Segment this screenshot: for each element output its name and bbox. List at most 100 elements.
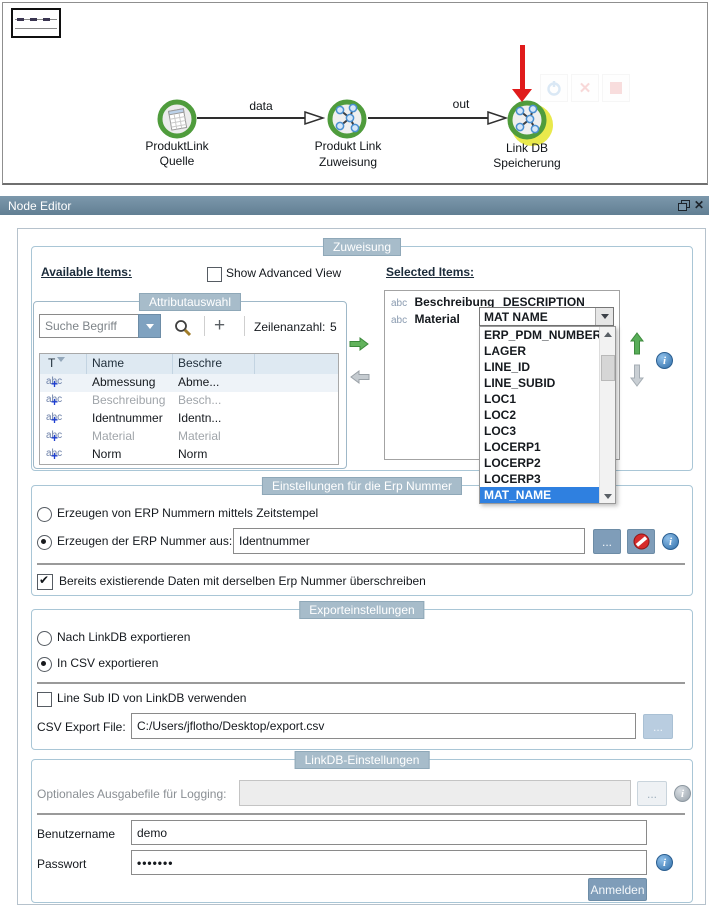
divider <box>37 563 685 565</box>
node-label: Quelle <box>159 154 195 168</box>
scroll-down-icon[interactable] <box>600 489 615 503</box>
dropdown-option[interactable]: ERP_PDM_NUMBER <box>480 327 601 343</box>
dropdown-option[interactable]: LINE_ID <box>480 359 600 375</box>
divider <box>37 813 685 815</box>
table-header[interactable]: T Name Beschre <box>40 354 338 375</box>
combobox-arrow-icon[interactable] <box>595 308 613 325</box>
logging-file-input <box>239 780 631 806</box>
search-input[interactable]: Suche Begriff <box>39 314 139 338</box>
login-button[interactable]: Anmelden <box>588 878 647 901</box>
divider <box>244 316 245 336</box>
browse-button[interactable]: ... <box>593 529 621 554</box>
table-row[interactable]: abc + Identnummer Identn... <box>40 410 338 428</box>
dropdown-option[interactable]: LOCERP1 <box>480 439 600 455</box>
float-window-icon[interactable] <box>678 200 690 211</box>
show-advanced-checkbox[interactable] <box>207 267 222 282</box>
password-input[interactable] <box>131 850 647 875</box>
radio-label: Erzeugen von ERP Nummern mittels Zeitste… <box>57 506 319 520</box>
group-title: LinkDB-Einstellungen <box>294 751 430 769</box>
radio-export-csv[interactable] <box>37 657 52 672</box>
dropdown-option-selected[interactable]: MAT_NAME <box>480 487 600 503</box>
overwrite-checkbox-checked[interactable]: ✔ <box>37 573 53 590</box>
column-header-description[interactable]: Beschre <box>178 356 222 370</box>
group-title: Attributauswahl <box>138 293 242 311</box>
radio-export-linkdb[interactable] <box>37 631 52 646</box>
info-icon[interactable]: i <box>656 854 673 871</box>
execute-power-icon[interactable] <box>540 74 568 102</box>
close-icon[interactable]: ✕ <box>694 198 704 212</box>
node-produktlink-quelle-icon[interactable] <box>156 98 198 140</box>
node-produkt-link-zuweisung-icon[interactable] <box>326 98 368 140</box>
application-window: ProduktLink Quelle data Produkt Link Zuw… <box>0 0 709 906</box>
radio-erp-from-attribute[interactable] <box>37 535 52 550</box>
line-sub-id-checkbox[interactable] <box>37 692 52 707</box>
no-entry-icon <box>633 533 649 550</box>
dropdown-option[interactable]: LOC2 <box>480 407 600 423</box>
dropdown-option[interactable]: LOCERP3 <box>480 471 600 487</box>
list-item[interactable]: abc Material <box>391 312 460 326</box>
divider <box>172 354 173 374</box>
move-down-icon[interactable] <box>630 364 644 387</box>
cell-desc: Abme... <box>178 375 220 389</box>
workflow-canvas[interactable]: ProduktLink Quelle data Produkt Link Zuw… <box>2 2 708 185</box>
info-icon[interactable]: i <box>656 352 673 369</box>
table-row[interactable]: abc + Abmessung Abme... <box>40 374 338 392</box>
row-count-label: Zeilenanzahl: <box>254 320 326 334</box>
mini-dash <box>30 18 37 21</box>
node-hover-toolbar: ✕ <box>540 74 630 102</box>
node-editor-titlebar[interactable]: Node Editor ✕ <box>0 196 709 215</box>
mini-dash <box>17 18 24 21</box>
edge-data <box>197 117 305 119</box>
dropdown-scrollbar[interactable] <box>599 327 615 503</box>
move-right-icon[interactable] <box>349 337 370 351</box>
divider <box>37 682 685 684</box>
dropdown-option[interactable]: LOC3 <box>480 423 600 439</box>
cell-desc: Norm <box>178 447 208 461</box>
mapping-dropdown-list[interactable]: ERP_PDM_NUMBER LAGER LINE_ID LINE_SUBID … <box>479 326 616 504</box>
column-header-name[interactable]: Name <box>92 356 124 370</box>
stop-icon[interactable] <box>602 74 630 102</box>
radio-erp-timestamp[interactable] <box>37 507 52 522</box>
browse-button[interactable]: ... <box>643 714 673 739</box>
cell-desc: Besch... <box>178 393 222 407</box>
dropdown-option[interactable]: LOC1 <box>480 391 600 407</box>
radio-label: In CSV exportieren <box>57 656 159 670</box>
table-row[interactable]: abc + Material Material <box>40 428 338 446</box>
username-input[interactable] <box>131 820 647 845</box>
add-attribute-button[interactable]: + <box>214 316 225 335</box>
move-up-icon[interactable] <box>630 332 644 355</box>
dropdown-option[interactable]: LOCERP2 <box>480 455 600 471</box>
csv-file-input[interactable] <box>131 713 636 739</box>
combobox-value: MAT NAME <box>484 310 548 324</box>
move-left-icon[interactable] <box>349 370 370 384</box>
column-header-type[interactable]: T <box>48 356 55 370</box>
node-label: ProduktLink <box>145 139 209 153</box>
scrollbar-thumb[interactable] <box>601 355 615 381</box>
delete-x-icon[interactable]: ✕ <box>571 74 599 102</box>
show-advanced-label: Show Advanced View <box>226 266 342 280</box>
dropdown-option[interactable]: LAGER <box>480 343 600 359</box>
browse-button-disabled: ... <box>637 781 667 806</box>
info-icon[interactable]: i <box>662 533 679 550</box>
table-row[interactable]: abc + Beschreibung Besch... <box>40 392 338 410</box>
search-dropdown-button[interactable] <box>138 314 161 338</box>
search-filter-icon[interactable] <box>173 318 193 338</box>
clear-forbidden-button[interactable] <box>627 529 655 554</box>
row-count-value: 5 <box>330 320 337 334</box>
selected-items-label: Selected Items: <box>386 265 475 279</box>
attribute-table[interactable]: T Name Beschre abc + Abmessung Abme... ab… <box>39 353 339 465</box>
string-type-icon: abc + <box>46 448 63 463</box>
edge-label: out <box>452 97 470 111</box>
table-row[interactable]: abc + Norm Norm <box>40 446 338 464</box>
erp-source-input[interactable] <box>233 528 585 554</box>
dropdown-option[interactable]: LINE_SUBID <box>480 375 600 391</box>
arrowhead-icon <box>487 110 508 126</box>
minimized-node-icon[interactable] <box>11 8 61 38</box>
radio-label: Nach LinkDB exportieren <box>57 630 191 644</box>
scroll-up-icon[interactable] <box>600 327 615 341</box>
cell-desc: Material <box>178 429 221 443</box>
mapping-combobox[interactable]: MAT NAME <box>479 307 614 326</box>
string-type-icon: abc + <box>46 394 63 409</box>
node-link-db-speicherung-icon[interactable] <box>506 99 548 141</box>
cell-name: Material <box>92 429 135 443</box>
